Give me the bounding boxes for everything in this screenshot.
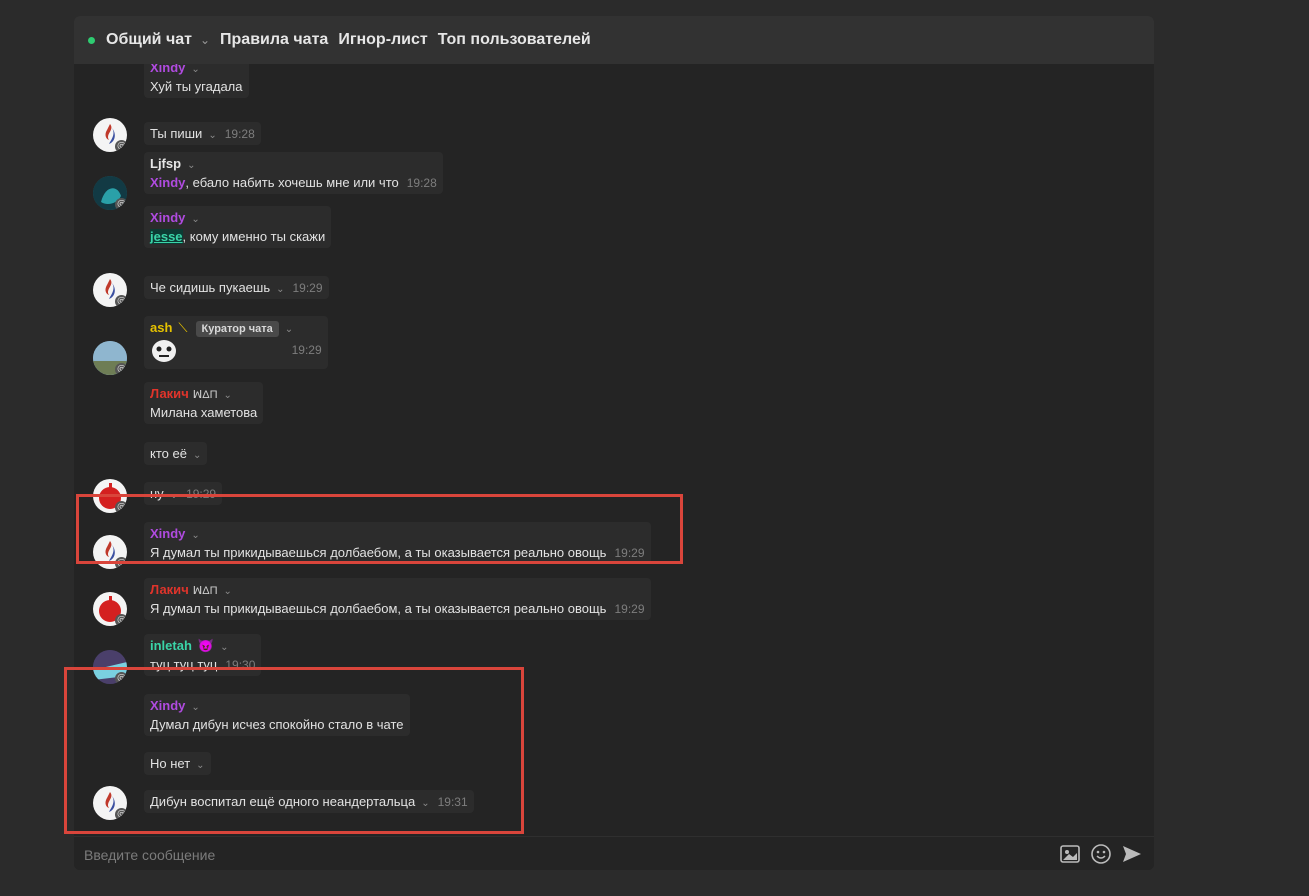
message: Xindy ⌄ jesse, кому именно ты скажи [144, 206, 332, 248]
chevron-down-icon[interactable]: ⌄ [220, 642, 228, 653]
message-bubble: ash ⟍ Куратор чата ⌄ 19:29 [144, 316, 328, 369]
message-bubble: Че сидишь пукаешь ⌄ 19:29 [144, 276, 329, 299]
author-name-part[interactable]: Лаки [150, 582, 181, 597]
role-badge: Куратор чата [195, 321, 279, 337]
author-name[interactable]: inletah [150, 638, 192, 653]
chevron-down-icon[interactable]: ⌄ [200, 33, 210, 47]
message: Ljfsp ⌄ Xindy, ебало набить хочешь мне ил… [144, 152, 443, 194]
author-name-part[interactable]: ч [181, 582, 189, 597]
message-text: Я думал ты прикидываешься долбаебом, а т… [150, 601, 607, 616]
message: кто её ⌄ [144, 442, 208, 465]
message-time: 19:29 [291, 343, 322, 358]
message-text: , кому именно ты скажи [182, 229, 326, 244]
message-text: Ты пиши [150, 126, 203, 141]
message-text: , ебало набить хочешь мне или что [185, 175, 399, 190]
message-text: кто её [150, 446, 187, 461]
author-name[interactable]: Ljfsp [150, 156, 181, 171]
message-bubble: кто её ⌄ [144, 442, 208, 465]
message-bubble: Лакич ꟽΔΠ ⌄ Милана хаметова [144, 382, 264, 424]
devil-icon: 😈 [197, 638, 215, 653]
author-tag: ꟽΔΠ [192, 585, 218, 597]
highlight-box [76, 494, 683, 564]
message: ash ⟍ Куратор чата ⌄ 19:29 [144, 316, 328, 369]
message: Че сидишь пукаешь ⌄ 19:29 [144, 276, 329, 299]
avatar[interactable]: @ [93, 118, 127, 152]
message-bubble: Лакич ꟽΔΠ ⌄ Я думал ты прикидываешься долб… [144, 578, 651, 620]
tab-chat-rules[interactable]: Правила чата [220, 31, 328, 49]
message: Xindy ⌄ Хуй ты угадала [144, 64, 249, 98]
message-composer [74, 836, 1154, 870]
chevron-down-icon[interactable]: ⌄ [224, 390, 232, 401]
chevron-down-icon[interactable]: ⌄ [276, 284, 284, 295]
message-input[interactable] [82, 841, 1046, 869]
message-bubble: Ты пиши ⌄ 19:28 [144, 122, 261, 145]
at-icon: @ [115, 295, 127, 307]
message-time: 19:28 [406, 176, 437, 190]
author-name-part[interactable]: Лаки [150, 386, 181, 401]
avatar[interactable]: @ [93, 273, 127, 307]
message: Ты пиши ⌄ 19:28 [144, 122, 261, 145]
chevron-down-icon[interactable]: ⌄ [193, 450, 201, 461]
emoji-icon[interactable] [1090, 843, 1112, 865]
avatar[interactable]: @ [93, 341, 127, 375]
at-icon: @ [115, 614, 127, 626]
avatar[interactable]: @ [93, 176, 127, 210]
chevron-down-icon[interactable]: ⌄ [208, 130, 216, 141]
message-text: Хуй ты угадала [150, 79, 243, 94]
at-icon: @ [115, 140, 127, 152]
chevron-down-icon[interactable]: ⌄ [187, 160, 195, 171]
tab-top-users[interactable]: Топ пользователей [438, 31, 591, 49]
message-time: 19:29 [614, 602, 645, 616]
mention[interactable]: jesse [150, 229, 183, 244]
message-bubble: Ljfsp ⌄ Xindy, ебало набить хочешь мне ил… [144, 152, 443, 194]
message-text: Че сидишь пукаешь [150, 280, 271, 295]
message-time: 19:28 [224, 127, 255, 141]
message-bubble: Xindy ⌄ jesse, кому именно ты скажи [144, 206, 332, 248]
slash-icon: ⟍ [178, 320, 188, 335]
message: Лакич ꟽΔΠ ⌄ Милана хаметова [144, 382, 264, 424]
mention[interactable]: Xindy [150, 175, 185, 190]
image-upload-icon[interactable] [1059, 843, 1081, 865]
author-tag: ꟽΔΠ [192, 389, 218, 401]
chevron-down-icon[interactable]: ⌄ [224, 586, 232, 597]
chat-header: Общий чат ⌄ Правила чата Игнор-лист Топ … [74, 16, 1154, 64]
highlight-box [64, 667, 524, 834]
message-text: Милана хаметова [150, 405, 258, 420]
avatar[interactable]: @ [93, 592, 127, 626]
chevron-down-icon[interactable]: ⌄ [191, 214, 199, 225]
online-indicator [88, 36, 95, 44]
message-bubble: Xindy ⌄ Хуй ты угадала [144, 64, 249, 98]
author-name[interactable]: Xindy [150, 210, 185, 225]
author-name[interactable]: ash [150, 320, 172, 335]
chevron-down-icon[interactable]: ⌄ [191, 64, 199, 75]
at-icon: @ [115, 198, 127, 210]
at-icon: @ [115, 363, 127, 375]
send-icon[interactable] [1121, 843, 1143, 865]
ghost-sticker-icon [152, 340, 176, 362]
tab-general-chat[interactable]: Общий чат [106, 31, 192, 49]
chevron-down-icon[interactable]: ⌄ [285, 324, 293, 335]
message: Лакич ꟽΔΠ ⌄ Я думал ты прикидываешься долб… [144, 578, 651, 620]
author-name-part[interactable]: ч [181, 386, 189, 401]
tab-ignore-list[interactable]: Игнор-лист [338, 31, 427, 49]
author-name[interactable]: Xindy [150, 64, 185, 75]
message-time: 19:29 [292, 281, 323, 295]
